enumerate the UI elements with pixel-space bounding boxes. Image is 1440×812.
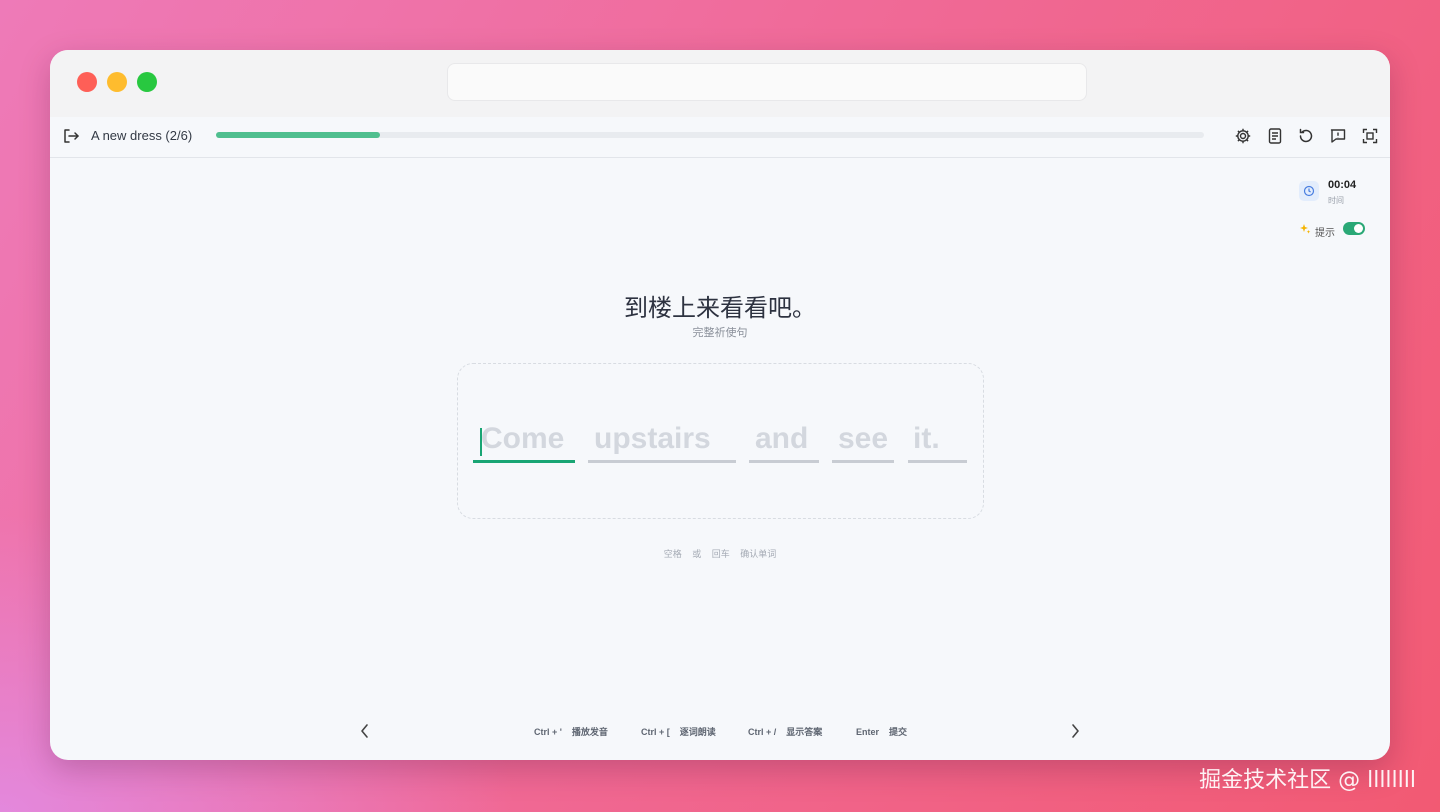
window-titlebar bbox=[50, 50, 1390, 117]
word-slot[interactable]: and bbox=[749, 422, 819, 463]
feedback-icon[interactable] bbox=[1329, 127, 1347, 145]
shortcut-show-answer[interactable]: Ctrl + / 显示答案 bbox=[748, 725, 822, 738]
word-placeholder: it. bbox=[913, 422, 940, 455]
gear-icon[interactable] bbox=[1234, 127, 1252, 145]
word-slot[interactable]: see bbox=[832, 422, 894, 463]
word-slot[interactable]: Come bbox=[473, 422, 575, 463]
refresh-icon[interactable] bbox=[1297, 127, 1315, 145]
clock-icon bbox=[1299, 181, 1319, 201]
shortcut-play-audio[interactable]: Ctrl + ' 播放发音 bbox=[534, 725, 608, 738]
word-placeholder: see bbox=[838, 422, 889, 455]
lesson-progress-fill bbox=[216, 132, 380, 138]
tip-or: 或 bbox=[692, 549, 702, 559]
fullscreen-icon[interactable] bbox=[1361, 127, 1379, 145]
text-caret bbox=[480, 428, 482, 456]
sparkle-icon bbox=[1300, 224, 1311, 234]
lesson-toolbar: A new dress (2/6) bbox=[50, 117, 1390, 158]
prompt-sentence: 到楼上来看看吧。 bbox=[624, 295, 816, 322]
app-window: A new dress (2/6) 00:04 时间 提示 到楼上来看看吧。 完… bbox=[50, 50, 1390, 760]
chevron-left-icon[interactable] bbox=[357, 721, 373, 741]
hint-toggle-knob bbox=[1354, 224, 1363, 233]
tip-key-enter: 回车 bbox=[711, 549, 730, 559]
shortcut-bar: Ctrl + ' 播放发音 Ctrl + [逐词朗读 Ctrl + / 显示答案 E… bbox=[522, 719, 922, 743]
main-content: 00:04 时间 提示 到楼上来看看吧。 完整祈使句 Come upstairs… bbox=[50, 158, 1390, 760]
watermark: 掘金技术社区 @ llllllll bbox=[1199, 768, 1416, 793]
chevron-right-icon[interactable] bbox=[1067, 721, 1083, 741]
maximize-window-button[interactable] bbox=[137, 72, 157, 92]
word-placeholder: and bbox=[755, 422, 809, 455]
minimize-window-button[interactable] bbox=[107, 72, 127, 92]
timer-label: 时间 bbox=[1328, 196, 1344, 205]
tip-key-space: 空格 bbox=[663, 549, 682, 559]
timer-value: 00:04 bbox=[1328, 179, 1357, 191]
prompt-subtitle: 完整祈使句 bbox=[692, 327, 748, 339]
address-bar[interactable] bbox=[447, 63, 1087, 101]
shortcut-submit[interactable]: Enter 提交 bbox=[856, 725, 907, 738]
shortcut-read-words[interactable]: Ctrl + [逐词朗读 bbox=[641, 725, 716, 738]
answer-input-area[interactable]: Come upstairs and see it. bbox=[457, 363, 984, 519]
word-slot[interactable]: upstairs bbox=[588, 422, 736, 463]
exit-icon[interactable] bbox=[62, 127, 80, 145]
word-placeholder: upstairs bbox=[594, 422, 711, 455]
input-tip: 空格 或 回车 确认单词 bbox=[50, 547, 1390, 560]
close-window-button[interactable] bbox=[77, 72, 97, 92]
tip-action: 确认单词 bbox=[740, 549, 777, 559]
lesson-title: A new dress (2/6) bbox=[91, 128, 193, 143]
word-slot[interactable]: it. bbox=[908, 422, 967, 463]
hint-toggle[interactable] bbox=[1343, 222, 1365, 235]
notebook-icon[interactable] bbox=[1266, 127, 1284, 145]
lesson-progress-bar bbox=[216, 132, 1204, 138]
hint-label: 提示 bbox=[1315, 228, 1335, 239]
status-panel: 00:04 时间 提示 bbox=[1287, 158, 1377, 248]
word-placeholder: Come bbox=[481, 422, 565, 455]
